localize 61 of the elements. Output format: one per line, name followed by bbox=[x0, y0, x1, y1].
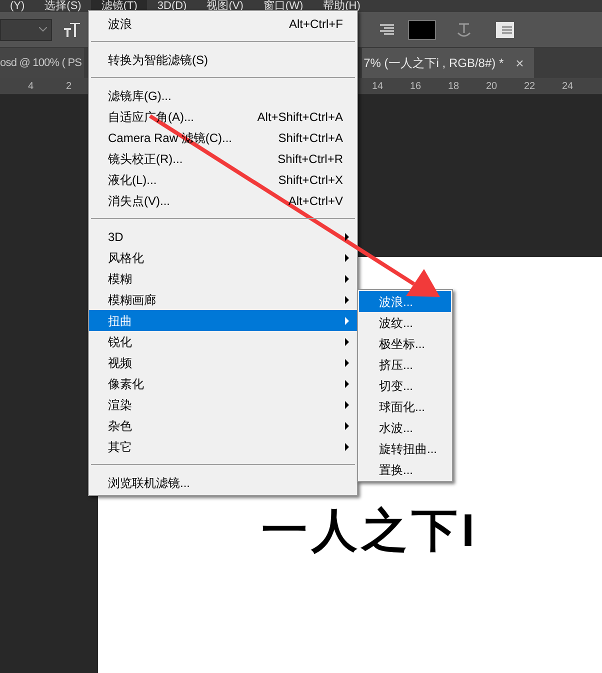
ruler-label: 18 bbox=[448, 80, 460, 94]
menu-bar-item[interactable]: 帮助(H) bbox=[313, 0, 370, 12]
submenu-arrow-icon bbox=[345, 232, 349, 240]
menu-item[interactable]: 像素化 bbox=[89, 373, 357, 394]
submenu-item[interactable]: 球面化... bbox=[359, 396, 451, 417]
submenu-arrow-icon bbox=[345, 358, 349, 366]
close-tab-button[interactable]: × bbox=[516, 52, 524, 74]
panels-icon[interactable] bbox=[496, 22, 514, 38]
menu-item[interactable]: 模糊 bbox=[89, 268, 357, 289]
submenu-arrow-icon bbox=[345, 316, 349, 324]
document-tab[interactable]: 7% (一人之下i , RGB/8#) * × bbox=[362, 48, 534, 78]
submenu-item[interactable]: 切变... bbox=[359, 375, 451, 396]
menu-item[interactable]: Camera Raw 滤镜(C)... Shift+Ctrl+A bbox=[89, 127, 357, 148]
text-color-swatch[interactable] bbox=[408, 20, 436, 40]
submenu-arrow-icon bbox=[345, 338, 349, 346]
submenu-arrow-icon bbox=[345, 422, 349, 430]
menu-bar-item[interactable]: 窗口(W) bbox=[253, 0, 314, 12]
submenu-item[interactable]: 水波... bbox=[359, 417, 451, 438]
submenu-arrow-icon bbox=[345, 274, 349, 282]
menu-item[interactable]: 转换为智能滤镜(S) bbox=[89, 49, 357, 70]
ruler-label: 20 bbox=[486, 80, 498, 94]
submenu-arrow-icon bbox=[345, 296, 349, 304]
text-orientation-icon[interactable] bbox=[64, 22, 80, 36]
submenu-arrow-icon bbox=[345, 442, 349, 450]
menu-item[interactable]: 风格化 bbox=[89, 247, 357, 268]
ruler-label: 22 bbox=[524, 80, 536, 94]
canvas-text: 一人之下I bbox=[262, 507, 478, 553]
ruler-label: 24 bbox=[562, 80, 574, 94]
menu-item[interactable]: 消失点(V)... Alt+Ctrl+V bbox=[89, 190, 357, 211]
submenu-item[interactable]: 极坐标... bbox=[359, 333, 451, 354]
submenu-item[interactable]: 置换... bbox=[359, 459, 451, 480]
menu-bar-item[interactable]: 3D(D) bbox=[147, 0, 197, 12]
menu-item[interactable]: 锐化 bbox=[89, 331, 357, 352]
ruler-label: 2 bbox=[66, 80, 72, 94]
ruler-label: 16 bbox=[410, 80, 422, 94]
menu-item[interactable]: 杂色 bbox=[89, 415, 357, 436]
menu-bar-item[interactable]: (Y) bbox=[0, 0, 35, 12]
menu-item[interactable]: 渲染 bbox=[89, 394, 357, 415]
menu-item[interactable]: 3D bbox=[89, 226, 357, 247]
warp-text-icon[interactable] bbox=[456, 22, 472, 38]
menu-item[interactable]: 液化(L)... Shift+Ctrl+X bbox=[89, 169, 357, 190]
menu-item[interactable]: 镜头校正(R)... Shift+Ctrl+R bbox=[89, 148, 357, 169]
submenu-item[interactable]: 波浪... bbox=[359, 291, 451, 312]
submenu-item[interactable]: 挤压... bbox=[359, 354, 451, 375]
submenu-item[interactable]: 波纹... bbox=[359, 312, 451, 333]
submenu-arrow-icon bbox=[345, 254, 349, 262]
chevron-down-icon bbox=[39, 27, 47, 32]
submenu-arrow-icon bbox=[345, 380, 349, 388]
submenu-item[interactable]: 旋转扭曲... bbox=[359, 438, 451, 459]
align-right-icon[interactable] bbox=[380, 24, 394, 36]
menu-item[interactable]: 滤镜库(G)... bbox=[89, 85, 357, 106]
menu-item[interactable]: 浏览联机滤镜... bbox=[89, 472, 357, 493]
menu-item[interactable]: 视频 bbox=[89, 352, 357, 373]
menu-item[interactable]: 模糊画廊 bbox=[89, 289, 357, 310]
menu-item[interactable]: 其它 bbox=[89, 436, 357, 457]
submenu-arrow-icon bbox=[345, 400, 349, 408]
ruler-label: 14 bbox=[372, 80, 384, 94]
document-tab[interactable]: osd @ 100% ( PS bbox=[0, 48, 84, 78]
menu-bar-item[interactable]: 选择(S) bbox=[34, 0, 92, 12]
ruler-label: 4 bbox=[28, 80, 34, 94]
menu-item[interactable]: 扭曲 bbox=[89, 310, 357, 331]
